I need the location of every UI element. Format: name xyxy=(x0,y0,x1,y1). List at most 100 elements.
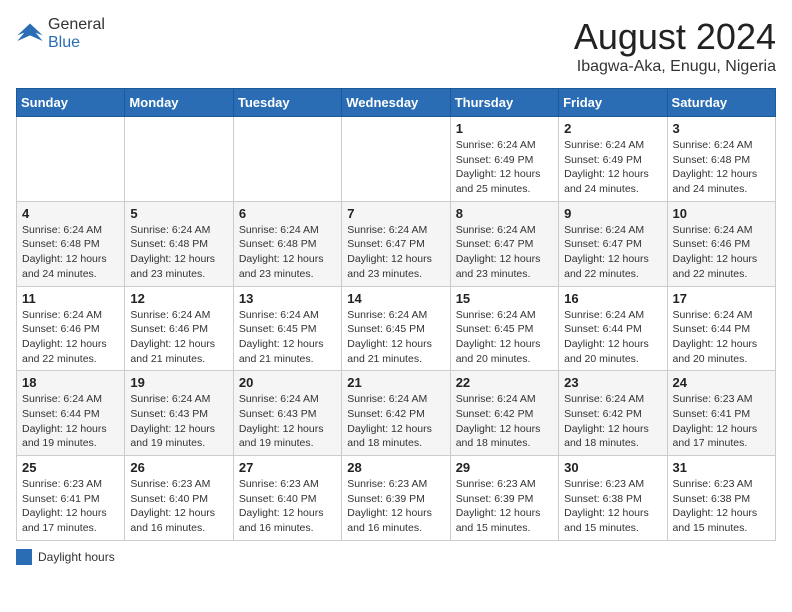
title-area: August 2024 Ibagwa-Aka, Enugu, Nigeria xyxy=(574,16,776,76)
day-number: 6 xyxy=(239,206,336,221)
calendar-cell: 23Sunrise: 6:24 AMSunset: 6:42 PMDayligh… xyxy=(559,371,667,456)
day-info: Sunrise: 6:23 AMSunset: 6:39 PMDaylight:… xyxy=(456,477,553,536)
day-info: Sunrise: 6:24 AMSunset: 6:47 PMDaylight:… xyxy=(456,223,553,282)
calendar-cell: 1 Sunrise: 6:24 AMSunset: 6:49 PMDaylight… xyxy=(450,117,558,202)
calendar-cell: 3Sunrise: 6:24 AMSunset: 6:48 PMDaylight… xyxy=(667,117,775,202)
calendar-cell: 18 Sunrise: 6:24 AMSunset: 6:44 PMDayligh… xyxy=(17,371,125,456)
day-info: Sunrise: 6:23 AMSunset: 6:40 PMDaylight:… xyxy=(239,477,336,536)
day-number: 24 xyxy=(673,375,770,390)
day-number: 2 xyxy=(564,121,661,136)
legend-label: Daylight hours xyxy=(38,550,115,564)
calendar-cell: 6 Sunrise: 6:24 AMSunset: 6:48 PMDaylight… xyxy=(233,201,341,286)
days-header-row: SundayMondayTuesdayWednesdayThursdayFrid… xyxy=(17,89,776,117)
calendar-cell: 15 Sunrise: 6:24 AMSunset: 6:45 PMDayligh… xyxy=(450,286,558,371)
day-info: Sunrise: 6:24 AMSunset: 6:48 PMDaylight:… xyxy=(22,223,119,282)
logo-icon xyxy=(16,20,44,48)
day-info: Sunrise: 6:24 AMSunset: 6:48 PMDaylight:… xyxy=(130,223,227,282)
day-number: 16 xyxy=(564,291,661,306)
calendar-cell: 9Sunrise: 6:24 AMSunset: 6:47 PMDaylight… xyxy=(559,201,667,286)
calendar-table: SundayMondayTuesdayWednesdayThursdayFrid… xyxy=(16,88,776,541)
day-number: 11 xyxy=(22,291,119,306)
day-header-thursday: Thursday xyxy=(450,89,558,117)
calendar-cell: 8 Sunrise: 6:24 AMSunset: 6:47 PMDaylight… xyxy=(450,201,558,286)
calendar-cell: 16 Sunrise: 6:24 AMSunset: 6:44 PMDayligh… xyxy=(559,286,667,371)
calendar-cell: 14Sunrise: 6:24 AMSunset: 6:45 PMDayligh… xyxy=(342,286,450,371)
day-number: 3 xyxy=(673,121,770,136)
day-info: Sunrise: 6:24 AMSunset: 6:47 PMDaylight:… xyxy=(347,223,444,282)
day-info: Sunrise: 6:24 AMSunset: 6:45 PMDaylight:… xyxy=(456,308,553,367)
calendar-cell: 27 Sunrise: 6:23 AMSunset: 6:40 PMDayligh… xyxy=(233,456,341,541)
legend: Daylight hours xyxy=(16,549,776,565)
day-header-saturday: Saturday xyxy=(667,89,775,117)
location-title: Ibagwa-Aka, Enugu, Nigeria xyxy=(574,58,776,76)
day-number: 19 xyxy=(130,375,227,390)
day-number: 5 xyxy=(130,206,227,221)
calendar-cell: 10 Sunrise: 6:24 AMSunset: 6:46 PMDayligh… xyxy=(667,201,775,286)
day-number: 25 xyxy=(22,460,119,475)
calendar-cell: 29 Sunrise: 6:23 AMSunset: 6:39 PMDayligh… xyxy=(450,456,558,541)
day-number: 7 xyxy=(347,206,444,221)
day-info: Sunrise: 6:24 AMSunset: 6:45 PMDaylight:… xyxy=(347,308,444,367)
day-number: 17 xyxy=(673,291,770,306)
day-info: Sunrise: 6:24 AMSunset: 6:49 PMDaylight:… xyxy=(564,138,661,197)
day-header-friday: Friday xyxy=(559,89,667,117)
day-number: 29 xyxy=(456,460,553,475)
day-info: Sunrise: 6:24 AMSunset: 6:42 PMDaylight:… xyxy=(456,392,553,451)
day-number: 31 xyxy=(673,460,770,475)
calendar-cell: 28 Sunrise: 6:23 AMSunset: 6:39 PMDayligh… xyxy=(342,456,450,541)
day-info: Sunrise: 6:24 AMSunset: 6:44 PMDaylight:… xyxy=(22,392,119,451)
logo-text: General Blue xyxy=(48,16,105,52)
day-info: Sunrise: 6:24 AMSunset: 6:47 PMDaylight:… xyxy=(564,223,661,282)
calendar-cell xyxy=(17,117,125,202)
day-number: 18 xyxy=(22,375,119,390)
day-number: 22 xyxy=(456,375,553,390)
day-info: Sunrise: 6:24 AMSunset: 6:44 PMDaylight:… xyxy=(673,308,770,367)
calendar-cell: 5 Sunrise: 6:24 AMSunset: 6:48 PMDaylight… xyxy=(125,201,233,286)
logo: General Blue xyxy=(16,16,105,52)
day-number: 20 xyxy=(239,375,336,390)
calendar-header: SundayMondayTuesdayWednesdayThursdayFrid… xyxy=(17,89,776,117)
calendar-cell: 20 Sunrise: 6:24 AMSunset: 6:43 PMDayligh… xyxy=(233,371,341,456)
calendar-week-4: 18 Sunrise: 6:24 AMSunset: 6:44 PMDayligh… xyxy=(17,371,776,456)
day-info: Sunrise: 6:24 AMSunset: 6:48 PMDaylight:… xyxy=(239,223,336,282)
day-info: Sunrise: 6:24 AMSunset: 6:45 PMDaylight:… xyxy=(239,308,336,367)
day-header-wednesday: Wednesday xyxy=(342,89,450,117)
day-info: Sunrise: 6:23 AMSunset: 6:41 PMDaylight:… xyxy=(22,477,119,536)
calendar-cell: 7 Sunrise: 6:24 AMSunset: 6:47 PMDaylight… xyxy=(342,201,450,286)
day-number: 28 xyxy=(347,460,444,475)
calendar-week-2: 4 Sunrise: 6:24 AMSunset: 6:48 PMDaylight… xyxy=(17,201,776,286)
day-info: Sunrise: 6:24 AMSunset: 6:49 PMDaylight:… xyxy=(456,138,553,197)
day-number: 27 xyxy=(239,460,336,475)
calendar-cell: 12Sunrise: 6:24 AMSunset: 6:46 PMDayligh… xyxy=(125,286,233,371)
day-info: Sunrise: 6:24 AMSunset: 6:43 PMDaylight:… xyxy=(239,392,336,451)
calendar-cell: 17 Sunrise: 6:24 AMSunset: 6:44 PMDayligh… xyxy=(667,286,775,371)
calendar-cell: 21 Sunrise: 6:24 AMSunset: 6:42 PMDayligh… xyxy=(342,371,450,456)
day-number: 8 xyxy=(456,206,553,221)
day-info: Sunrise: 6:24 AMSunset: 6:43 PMDaylight:… xyxy=(130,392,227,451)
day-number: 23 xyxy=(564,375,661,390)
calendar-cell: 30Sunrise: 6:23 AMSunset: 6:38 PMDayligh… xyxy=(559,456,667,541)
day-info: Sunrise: 6:23 AMSunset: 6:38 PMDaylight:… xyxy=(564,477,661,536)
day-number: 13 xyxy=(239,291,336,306)
day-header-tuesday: Tuesday xyxy=(233,89,341,117)
logo-general-text: General xyxy=(48,16,105,34)
day-number: 21 xyxy=(347,375,444,390)
legend-color-box xyxy=(16,549,32,565)
logo-blue-text: Blue xyxy=(48,34,105,52)
day-number: 10 xyxy=(673,206,770,221)
calendar-cell: 24Sunrise: 6:23 AMSunset: 6:41 PMDayligh… xyxy=(667,371,775,456)
day-info: Sunrise: 6:24 AMSunset: 6:46 PMDaylight:… xyxy=(22,308,119,367)
day-info: Sunrise: 6:23 AMSunset: 6:38 PMDaylight:… xyxy=(673,477,770,536)
day-number: 1 xyxy=(456,121,553,136)
day-info: Sunrise: 6:24 AMSunset: 6:44 PMDaylight:… xyxy=(564,308,661,367)
day-info: Sunrise: 6:23 AMSunset: 6:39 PMDaylight:… xyxy=(347,477,444,536)
day-number: 15 xyxy=(456,291,553,306)
calendar-cell: 4 Sunrise: 6:24 AMSunset: 6:48 PMDaylight… xyxy=(17,201,125,286)
day-number: 4 xyxy=(22,206,119,221)
day-info: Sunrise: 6:24 AMSunset: 6:42 PMDaylight:… xyxy=(347,392,444,451)
day-number: 26 xyxy=(130,460,227,475)
day-header-sunday: Sunday xyxy=(17,89,125,117)
calendar-cell xyxy=(125,117,233,202)
calendar-body: 1 Sunrise: 6:24 AMSunset: 6:49 PMDaylight… xyxy=(17,117,776,541)
day-info: Sunrise: 6:24 AMSunset: 6:46 PMDaylight:… xyxy=(673,223,770,282)
